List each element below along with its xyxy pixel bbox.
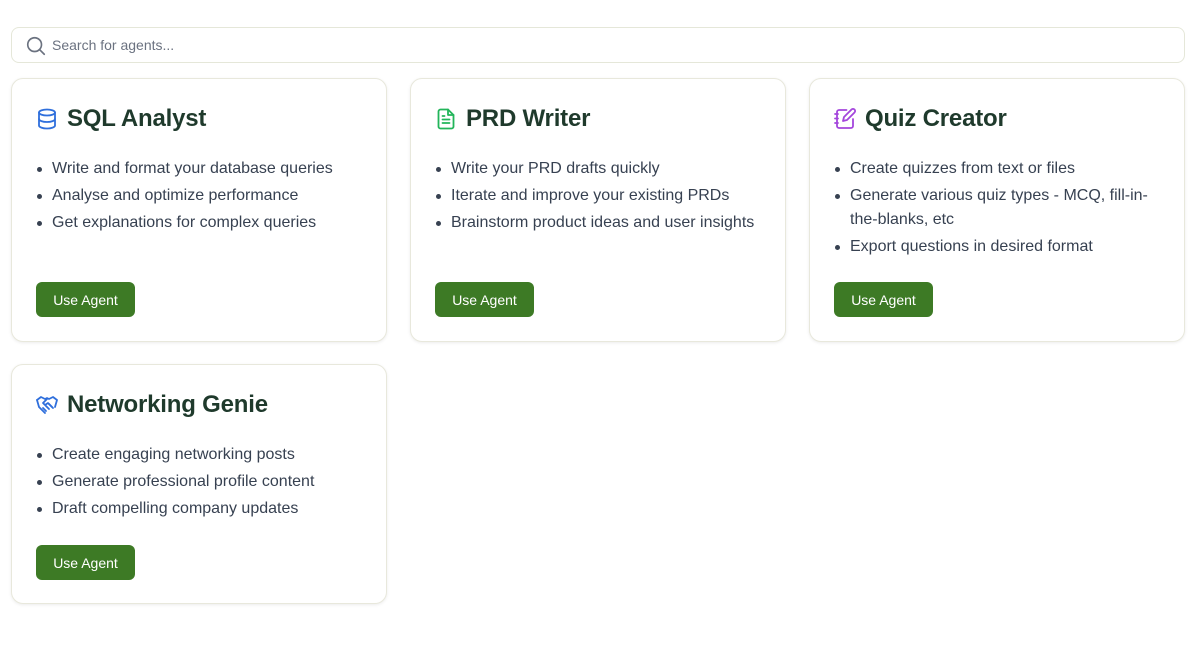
feature-item: Generate professional profile content [35,470,365,494]
use-agent-button[interactable]: Use Agent [435,282,534,317]
document-icon [434,107,458,131]
search-icon [26,36,46,56]
agent-card-prd-writer: PRD Writer Write your PRD drafts quickly… [410,78,786,342]
feature-item: Export questions in desired format [833,235,1163,259]
feature-item: Get explanations for complex queries [35,211,365,235]
feature-item: Iterate and improve your existing PRDs [434,184,764,208]
feature-item: Create engaging networking posts [35,443,365,467]
card-title: SQL Analyst [67,105,207,132]
card-header: PRD Writer [434,103,590,135]
feature-item: Brainstorm product ideas and user insigh… [434,211,764,235]
use-agent-button[interactable]: Use Agent [36,545,135,580]
agent-card-sql-analyst: SQL Analyst Write and format your databa… [11,78,387,342]
agent-card-quiz-creator: Quiz Creator Create quizzes from text or… [809,78,1185,342]
feature-list: Create quizzes from text or files Genera… [833,157,1163,262]
use-agent-button[interactable]: Use Agent [36,282,135,317]
feature-item: Write and format your database queries [35,157,365,181]
card-title: Networking Genie [67,391,268,418]
card-title: PRD Writer [466,105,591,132]
card-header: Networking Genie [35,389,268,421]
feature-list: Write your PRD drafts quickly Iterate an… [434,157,764,238]
card-header: Quiz Creator [833,103,1007,135]
feature-item: Create quizzes from text or files [833,157,1163,181]
feature-list: Create engaging networking posts Generat… [35,443,365,524]
feature-item: Analyse and optimize performance [35,184,365,208]
search-bar[interactable] [11,27,1185,63]
card-title: Quiz Creator [865,105,1007,132]
agent-card-networking-genie: Networking Genie Create engaging network… [11,364,387,604]
feature-item: Draft compelling company updates [35,497,365,521]
database-icon [35,107,59,131]
use-agent-button[interactable]: Use Agent [834,282,933,317]
feature-item: Generate various quiz types - MCQ, fill-… [833,184,1163,231]
feature-list: Write and format your database queries A… [35,157,365,238]
notebook-pen-icon [833,107,857,131]
search-input[interactable] [52,28,1172,62]
card-header: SQL Analyst [35,103,206,135]
feature-item: Write your PRD drafts quickly [434,157,764,181]
handshake-icon [35,393,59,417]
